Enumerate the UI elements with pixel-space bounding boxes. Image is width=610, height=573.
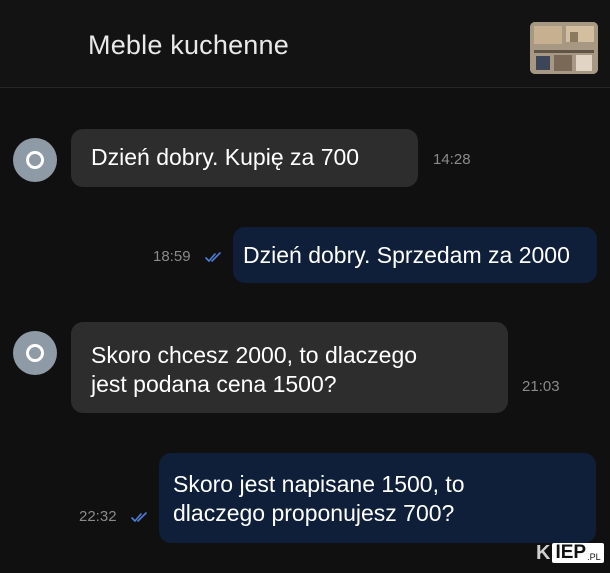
chat-header: Meble kuchenne bbox=[0, 0, 610, 88]
avatar-icon bbox=[26, 344, 44, 362]
message-text: Skoro jest napisane 1500, to dlaczego pr… bbox=[173, 471, 465, 526]
contact-avatar[interactable] bbox=[13, 138, 57, 182]
message-text: Dzień dobry. Sprzedam za 2000 bbox=[243, 242, 570, 268]
incoming-message-bubble[interactable]: Skoro chcesz 2000, to dlaczego jest poda… bbox=[71, 322, 508, 413]
watermark-logo: K IEP .PL bbox=[536, 541, 604, 563]
contact-avatar[interactable] bbox=[13, 331, 57, 375]
outgoing-message-bubble[interactable]: Skoro jest napisane 1500, to dlaczego pr… bbox=[159, 453, 596, 543]
avatar-icon bbox=[26, 151, 44, 169]
outgoing-message-bubble[interactable]: Dzień dobry. Sprzedam za 2000 bbox=[233, 227, 597, 283]
double-check-icon bbox=[131, 512, 147, 522]
incoming-message-bubble[interactable]: Dzień dobry. Kupię za 700 bbox=[71, 129, 418, 187]
message-text: Dzień dobry. Kupię za 700 bbox=[91, 144, 360, 170]
message-text: Skoro chcesz 2000, to dlaczego jest poda… bbox=[91, 342, 418, 397]
message-timestamp: 18:59 bbox=[153, 248, 191, 265]
kitchen-photo-icon bbox=[530, 22, 598, 74]
watermark-logo-box: IEP .PL bbox=[552, 543, 604, 563]
double-check-icon bbox=[205, 252, 221, 262]
message-timestamp: 22:32 bbox=[79, 508, 117, 525]
conversation-title: Meble kuchenne bbox=[88, 30, 289, 60]
watermark-logo-mark: K bbox=[536, 542, 551, 564]
message-timestamp: 14:28 bbox=[433, 151, 471, 168]
message-timestamp: 21:03 bbox=[522, 378, 560, 395]
listing-thumbnail[interactable] bbox=[530, 22, 598, 74]
